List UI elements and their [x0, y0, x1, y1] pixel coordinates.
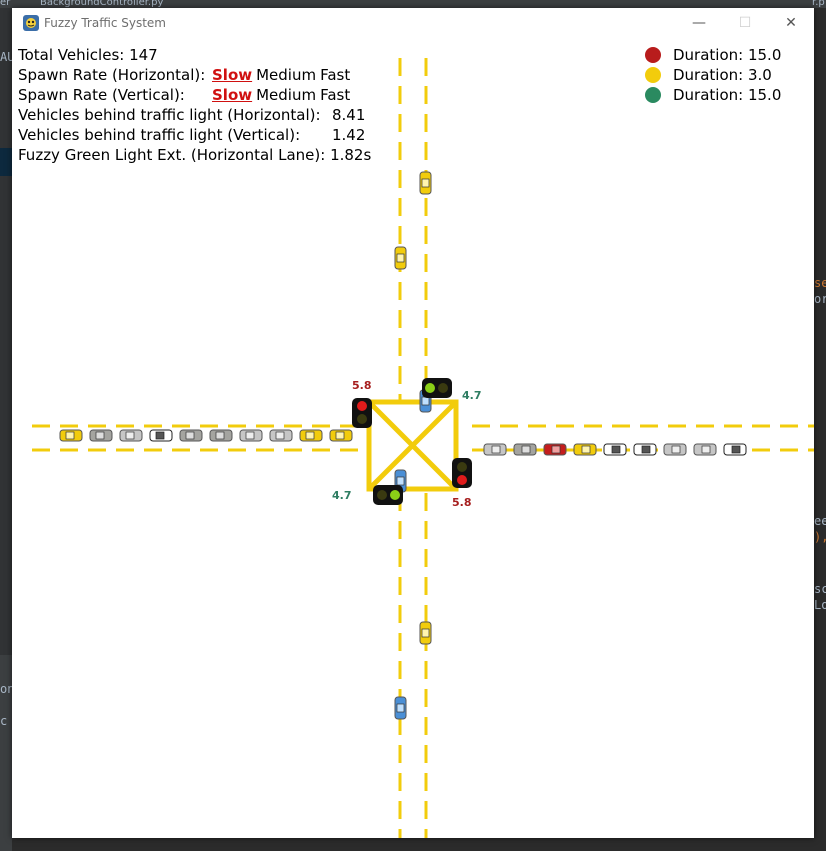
spawn-h-medium-option[interactable]: Medium	[256, 65, 316, 85]
car	[329, 429, 353, 442]
timer-east: 5.8	[452, 496, 472, 509]
traffic-light-east	[452, 458, 472, 488]
timer-north: 4.7	[462, 389, 482, 402]
ide-selected-row	[0, 148, 12, 176]
total-vehicles-label: Total Vehicles:	[18, 46, 125, 64]
ide-code-snippet: se	[814, 276, 826, 290]
car	[573, 443, 597, 456]
timer-south: 4.7	[332, 489, 352, 502]
legend-red-text: Duration: 15.0	[673, 46, 782, 64]
ide-right-editor	[814, 8, 826, 851]
vehicles-behind-vertical-label: Vehicles behind traffic light (Vertical)…	[18, 126, 301, 144]
car	[663, 443, 687, 456]
car	[603, 443, 627, 456]
vehicles-behind-vertical-row: Vehicles behind traffic light (Vertical)…	[18, 125, 365, 145]
ide-code-snippet: ),	[814, 530, 826, 544]
spawn-rate-vertical-row: Spawn Rate (Vertical): Slow Medium Fast	[18, 85, 350, 105]
spawn-rate-horizontal-label: Spawn Rate (Horizontal):	[18, 66, 206, 84]
maximize-button[interactable]: ☐	[722, 8, 768, 38]
car	[513, 443, 537, 456]
timer-west: 5.8	[352, 379, 372, 392]
ide-tab-file[interactable]: BackgroundController.py	[40, 0, 163, 8]
total-vehicles-row: Total Vehicles: 147	[18, 45, 158, 65]
window-titlebar[interactable]: Fuzzy Traffic System — ☐ ✕	[12, 8, 814, 38]
fuzzy-green-extension-row: Fuzzy Green Light Ext. (Horizontal Lane)…	[18, 145, 371, 165]
vehicles-behind-horizontal-row: Vehicles behind traffic light (Horizonta…	[18, 105, 365, 125]
intersection-box	[366, 399, 459, 492]
red-light-icon	[645, 47, 661, 63]
car	[269, 429, 293, 442]
ide-code-snippet: Lo	[814, 598, 826, 612]
west-queue	[59, 429, 353, 442]
vehicles-behind-horizontal-label: Vehicles behind traffic light (Horizonta…	[18, 106, 321, 124]
green-light-icon	[645, 87, 661, 103]
vehicles-behind-vertical-value: 1.42	[332, 126, 366, 144]
python-snake-icon	[23, 15, 39, 31]
car	[693, 443, 717, 456]
ide-tab-fragment: er	[0, 0, 11, 8]
traffic-light-west	[352, 398, 372, 428]
car	[299, 429, 323, 442]
legend-yellow-text: Duration: 3.0	[673, 66, 772, 84]
app-window: Fuzzy Traffic System — ☐ ✕ 5.8 4.7 4.7 5…	[12, 8, 814, 838]
spawn-v-slow-option[interactable]: Slow	[212, 85, 252, 105]
car	[394, 696, 407, 720]
car	[119, 429, 143, 442]
car	[59, 429, 83, 442]
close-button[interactable]: ✕	[768, 8, 814, 38]
yellow-light-icon	[645, 67, 661, 83]
spawn-h-slow-option[interactable]: Slow	[212, 65, 252, 85]
ide-code-snippet: ee	[814, 514, 826, 528]
car	[723, 443, 747, 456]
spawn-rate-vertical-options: Slow Medium Fast	[212, 85, 354, 105]
ide-tab-bar: er BackgroundController.py r.p	[0, 0, 826, 8]
ide-code-snippet: or	[814, 292, 826, 306]
car	[89, 429, 113, 442]
car	[419, 171, 432, 195]
minimize-button[interactable]: —	[676, 8, 722, 38]
spawn-v-fast-option[interactable]: Fast	[320, 85, 350, 105]
car	[239, 429, 263, 442]
car	[633, 443, 657, 456]
legend-green-text: Duration: 15.0	[673, 86, 782, 104]
car	[149, 429, 173, 442]
spawn-h-fast-option[interactable]: Fast	[320, 65, 350, 85]
fuzzy-green-extension-label: Fuzzy Green Light Ext. (Horizontal Lane)…	[18, 146, 326, 164]
ide-code-snippet: c	[0, 714, 8, 728]
ide-tab-fragment-right: r.p	[812, 0, 825, 8]
ide-code-snippet: sc	[814, 582, 826, 596]
simulation-canvas: 5.8 4.7 4.7 5.8 Total Vehicles: 147 Spaw…	[12, 38, 814, 838]
traffic-light-north	[422, 378, 452, 398]
car	[543, 443, 567, 456]
car	[209, 429, 233, 442]
window-title: Fuzzy Traffic System	[44, 16, 166, 30]
spawn-rate-horizontal-row: Spawn Rate (Horizontal): Slow Medium Fast	[18, 65, 350, 85]
spawn-rate-vertical-label: Spawn Rate (Vertical):	[18, 86, 185, 104]
spawn-rate-horizontal-options: Slow Medium Fast	[212, 65, 354, 85]
spawn-v-medium-option[interactable]: Medium	[256, 85, 316, 105]
traffic-light-south	[373, 485, 403, 505]
total-vehicles-value: 147	[129, 46, 158, 64]
car	[179, 429, 203, 442]
fuzzy-green-extension-value: 1.82s	[330, 146, 372, 164]
vehicles-behind-horizontal-value: 8.41	[332, 106, 366, 124]
east-queue	[483, 443, 747, 456]
car	[483, 443, 507, 456]
car	[394, 246, 407, 270]
car	[419, 621, 432, 645]
